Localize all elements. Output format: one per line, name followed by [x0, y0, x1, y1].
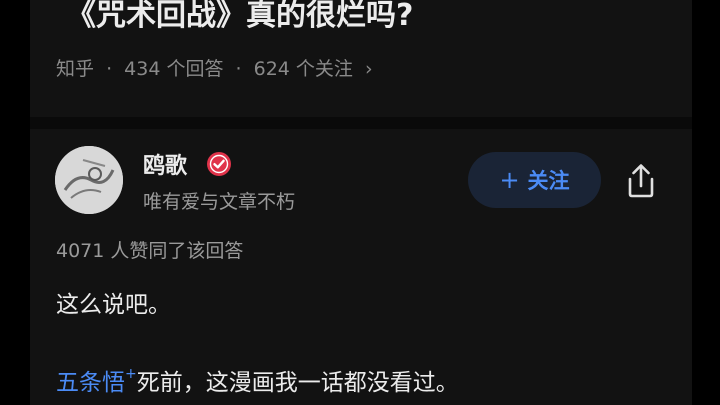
follow-button[interactable]: + 关注: [468, 152, 601, 208]
paragraph-text: 死前，这漫画我一话都没看过。: [136, 370, 459, 396]
inline-link-plus-icon: +: [125, 366, 137, 383]
author-avatar[interactable]: [55, 146, 123, 214]
avatar-image: [55, 146, 123, 214]
inline-topic-link[interactable]: 五条悟+: [56, 366, 137, 396]
question-meta: 知乎 · 434 个回答 · 624 个关注 ›: [56, 54, 379, 81]
share-icon[interactable]: [620, 160, 662, 202]
chevron-right-icon[interactable]: ›: [365, 58, 373, 80]
answer-paragraph: 这么说吧。: [56, 292, 171, 318]
follow-button-label: 关注: [527, 169, 570, 193]
answer-count[interactable]: 434 个回答: [124, 58, 223, 80]
source-label[interactable]: 知乎: [56, 58, 94, 80]
inline-link-text: 五条悟: [56, 370, 125, 396]
upvote-count: 4071 人赞同了该回答: [56, 240, 244, 262]
follower-count[interactable]: 624 个关注: [254, 58, 353, 80]
answer-screen: 《咒术回战》真的很烂吗? 知乎 · 434 个回答 · 624 个关注 › 鸥歌…: [30, 0, 692, 405]
author-name[interactable]: 鸥歌: [143, 148, 187, 180]
author-bio: 唯有爱与文章不朽: [143, 191, 296, 213]
section-divider: [30, 117, 692, 129]
question-title[interactable]: 《咒术回战》真的很烂吗?: [66, 0, 413, 34]
plus-icon: +: [499, 166, 520, 194]
answer-paragraph: 五条悟+死前，这漫画我一话都没看过。: [56, 363, 459, 397]
meta-separator: ·: [106, 58, 113, 80]
meta-separator: ·: [235, 58, 242, 80]
verified-badge-icon: [207, 152, 231, 176]
